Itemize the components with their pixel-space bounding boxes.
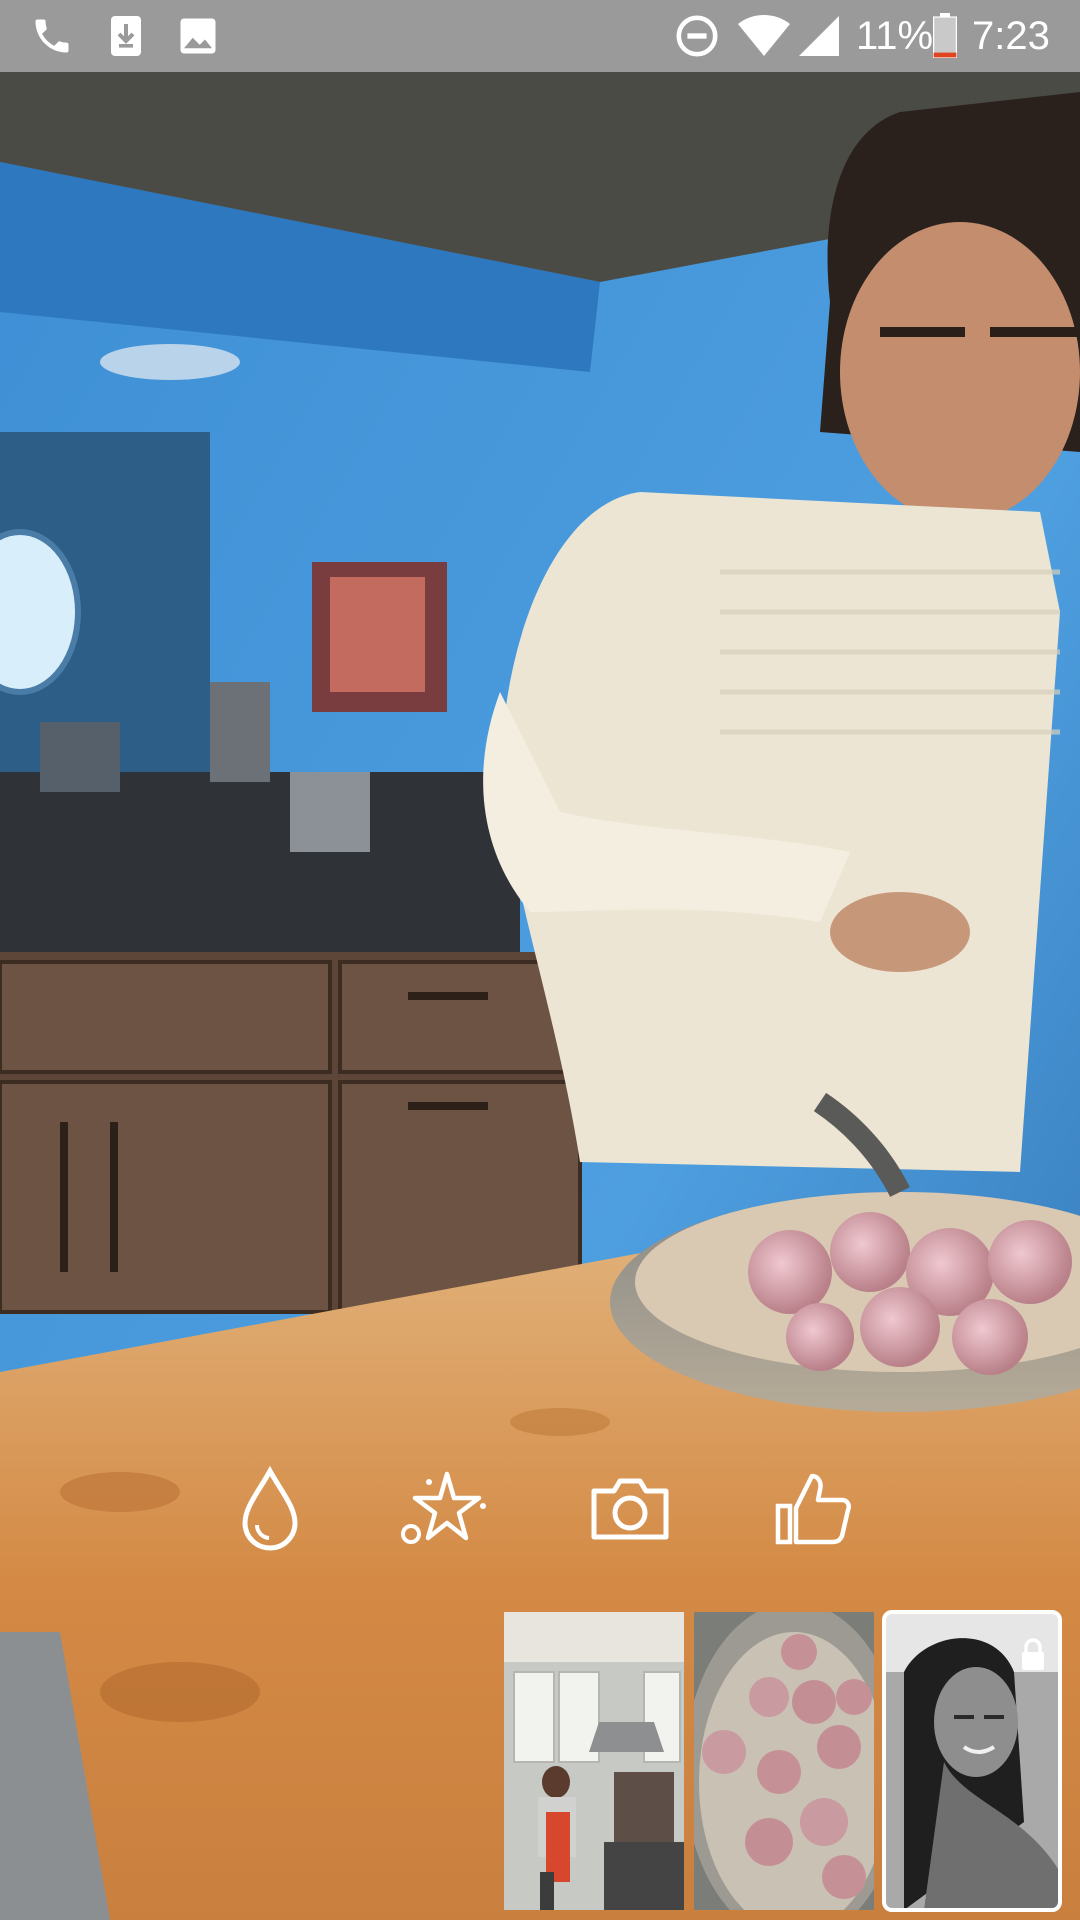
do-not-disturb-icon bbox=[672, 12, 722, 60]
like-button[interactable] bbox=[764, 1460, 860, 1556]
droplet-icon bbox=[242, 1465, 298, 1551]
battery-percent: 11% bbox=[856, 14, 934, 58]
kitchen-thumbnail[interactable] bbox=[504, 1612, 684, 1910]
image-icon bbox=[174, 12, 222, 60]
thumbs-up-icon bbox=[775, 1473, 851, 1545]
filter-button[interactable] bbox=[222, 1460, 318, 1556]
clock: 7:23 bbox=[972, 14, 1050, 58]
lock-icon bbox=[1018, 1638, 1048, 1672]
magic-star-icon bbox=[401, 1471, 486, 1544]
download-icon bbox=[104, 12, 148, 60]
signal-icon bbox=[796, 12, 842, 60]
battery-icon bbox=[930, 12, 960, 60]
camera-button[interactable] bbox=[582, 1460, 678, 1556]
camera-icon bbox=[591, 1478, 669, 1540]
phone-icon bbox=[26, 12, 78, 60]
effects-button[interactable] bbox=[396, 1460, 492, 1556]
status-bar: 11% 7:23 bbox=[0, 0, 1080, 72]
wifi-icon bbox=[734, 12, 794, 60]
meatballs-thumbnail[interactable] bbox=[694, 1612, 874, 1910]
portrait-thumbnail[interactable] bbox=[882, 1610, 1062, 1912]
